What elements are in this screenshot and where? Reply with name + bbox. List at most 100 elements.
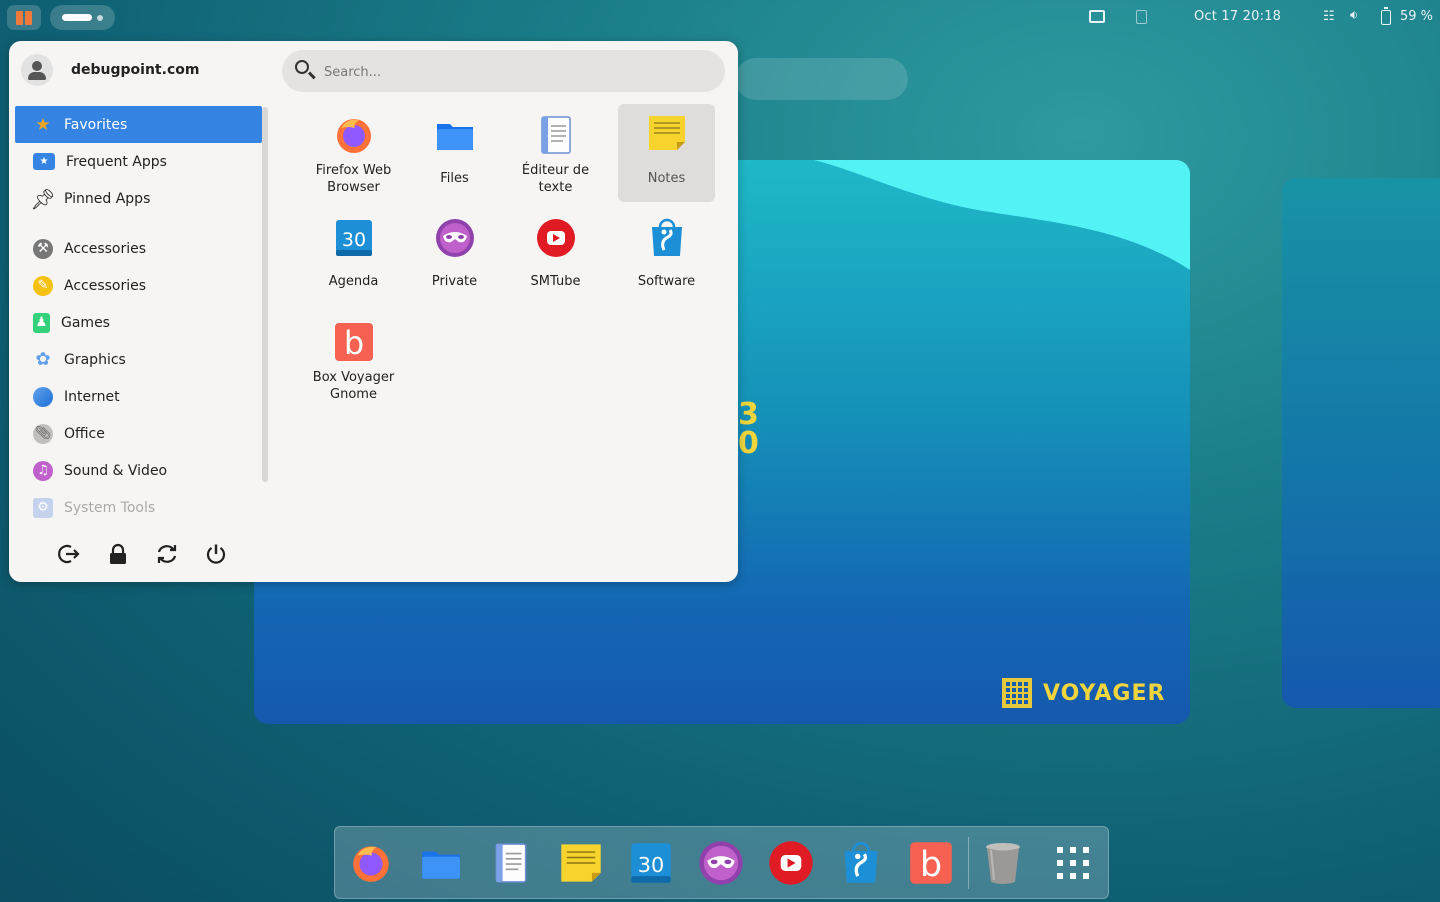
restart-icon[interactable] <box>154 541 180 567</box>
firefox-icon <box>353 846 389 882</box>
dock-separator <box>968 837 969 889</box>
app-private[interactable]: Private <box>406 209 503 307</box>
category-accessories-2[interactable]: ✎ Accessories <box>15 267 262 304</box>
category-games[interactable]: ♟ Games <box>15 304 262 341</box>
category-office[interactable]: 📎︎ Office <box>15 415 262 452</box>
app-label: Box Voyager Gnome <box>305 369 402 403</box>
app-agenda[interactable]: 30 Agenda <box>305 209 402 307</box>
category-scrollbar[interactable] <box>262 107 268 482</box>
notes-icon <box>561 844 601 882</box>
session-buttons <box>56 541 252 567</box>
text-editor-icon <box>541 116 571 154</box>
app-smtube[interactable]: SMTube <box>507 209 604 307</box>
dock-smtube[interactable] <box>766 838 816 888</box>
network-icon[interactable]: ☷ <box>1323 9 1335 24</box>
peek-line-2: 0 <box>738 426 759 461</box>
app-label: Firefox Web Browser <box>305 162 402 196</box>
app-label-line2: Browser <box>327 180 380 195</box>
category-accessories-1[interactable]: ⚒ Accessories <box>15 230 262 267</box>
category-sound-video[interactable]: ♫ Sound & Video <box>15 452 262 489</box>
category-gap <box>15 217 262 230</box>
application-menu: debugpoint.com ★ Favorites ★ Frequent Ap… <box>9 41 738 582</box>
dock-files[interactable] <box>416 838 466 888</box>
software-store-icon <box>652 218 682 256</box>
user-name: debugpoint.com <box>71 62 200 78</box>
category-label: Favorites <box>64 116 128 133</box>
category-label: Pinned Apps <box>64 190 151 207</box>
activities-button[interactable] <box>7 5 41 30</box>
category-frequent-apps[interactable]: ★ Frequent Apps <box>15 143 262 180</box>
tools-icon: ⚒ <box>33 238 53 259</box>
app-label-line2: Gnome <box>330 387 377 402</box>
app-label-line1: Box Voyager <box>312 370 395 385</box>
app-box-voyager[interactable]: b Box Voyager Gnome <box>305 313 402 411</box>
category-internet[interactable]: Internet <box>15 378 262 415</box>
search-input[interactable] <box>322 61 706 83</box>
category-label: Internet <box>64 388 120 405</box>
category-pinned-apps[interactable]: 📌︎ Pinned Apps <box>15 180 262 217</box>
clock[interactable]: Oct 17 20:18 <box>1194 9 1281 24</box>
dock-private[interactable] <box>696 838 746 888</box>
category-label: Accessories <box>64 240 147 257</box>
private-mask-icon <box>699 841 743 885</box>
top-bar: Oct 17 20:18 ☷ 🔉︎ 59 % <box>0 0 1440 34</box>
app-firefox[interactable]: Firefox Web Browser <box>305 106 402 204</box>
dock-trash[interactable] <box>978 838 1028 888</box>
app-software[interactable]: Software <box>618 209 715 307</box>
volume-icon[interactable]: 🔉︎ <box>1350 8 1358 23</box>
category-label: Graphics <box>64 351 126 368</box>
lock-icon[interactable] <box>105 541 131 567</box>
dock-software[interactable] <box>836 838 886 888</box>
clipboard-icon[interactable] <box>1136 10 1147 24</box>
search-box[interactable] <box>282 50 725 92</box>
app-files[interactable]: Files <box>406 106 503 204</box>
software-store-icon <box>844 841 878 883</box>
battery-icon[interactable] <box>1381 7 1391 25</box>
screen-record-icon[interactable] <box>1089 10 1105 23</box>
app-label: SMTube <box>530 274 581 289</box>
dock-app-grid[interactable] <box>1048 838 1098 888</box>
background-search-ghost <box>735 58 908 100</box>
box-badge: b <box>344 324 364 362</box>
right-window-preview[interactable] <box>1282 178 1440 708</box>
folder-icon <box>422 851 460 879</box>
trash-icon <box>986 843 1020 884</box>
logout-icon[interactable] <box>56 541 82 567</box>
app-label: Files <box>440 171 469 186</box>
pin-icon: 📌︎ <box>30 186 56 211</box>
dock-notes[interactable] <box>556 838 606 888</box>
private-mask-icon <box>436 219 474 257</box>
category-label: Office <box>64 425 105 442</box>
category-system-tools[interactable]: ⚙ System Tools <box>15 489 262 526</box>
app-label-line1: Firefox Web <box>315 163 392 178</box>
qr-code-icon <box>1002 678 1032 708</box>
category-label: Accessories <box>64 277 147 294</box>
dock-agenda[interactable]: 30 <box>626 838 676 888</box>
firefox-icon <box>337 119 371 153</box>
smtube-icon <box>769 841 813 885</box>
dock-box-voyager[interactable]: b <box>906 838 956 888</box>
wallpaper-peek-text: 30 <box>738 400 759 461</box>
workspace-indicator[interactable] <box>50 5 115 30</box>
battery-percentage: 59 % <box>1400 9 1434 24</box>
star-icon: ★ <box>35 114 51 135</box>
category-label: Frequent Apps <box>66 153 167 170</box>
smtube-icon <box>537 219 575 257</box>
brand-name: VOYAGER <box>1043 680 1166 706</box>
dock-text-editor[interactable] <box>486 838 536 888</box>
calendar-badge: 30 <box>342 229 366 251</box>
calendar-icon: 30 <box>631 843 671 883</box>
category-graphics[interactable]: ✿ Graphics <box>15 341 262 378</box>
box-voyager-icon: b <box>910 842 952 885</box>
app-text-editor[interactable]: Éditeur de texte <box>507 106 604 204</box>
power-icon[interactable] <box>203 541 229 567</box>
category-favorites[interactable]: ★ Favorites <box>15 106 262 143</box>
app-label: Éditeur de texte <box>507 162 604 196</box>
paperclip-icon: 📎︎ <box>33 423 53 444</box>
calendar-icon: 30 <box>336 220 372 256</box>
user-row[interactable]: debugpoint.com <box>21 51 199 89</box>
app-grid-icon <box>1057 847 1089 879</box>
app-notes[interactable]: Notes <box>618 104 715 202</box>
folder-icon <box>437 124 473 150</box>
dock-firefox[interactable] <box>346 838 396 888</box>
